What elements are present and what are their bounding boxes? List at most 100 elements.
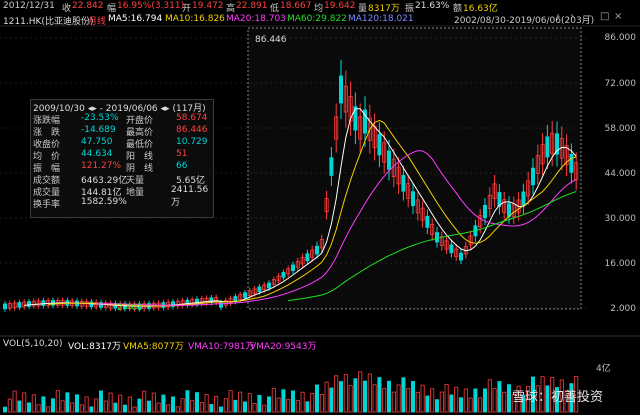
stat-value: 51 xyxy=(176,149,188,159)
volume-bar xyxy=(84,396,89,413)
y-tick: 16.000 xyxy=(604,259,637,269)
volume-bar xyxy=(228,390,233,413)
candle-body xyxy=(257,286,262,293)
candle-body xyxy=(386,150,391,170)
volume-bar xyxy=(420,384,425,413)
volume-bar xyxy=(17,400,22,413)
volume-bar xyxy=(190,400,195,413)
volume-bar xyxy=(266,396,271,413)
vol-axis-label: 4亿 xyxy=(596,364,611,374)
volume-bar xyxy=(444,384,449,413)
volume-bar xyxy=(439,391,444,413)
volume-bar xyxy=(103,400,108,413)
volume-bar xyxy=(51,398,56,413)
volume-bar xyxy=(300,391,305,413)
stats-row: 均 价 44.634 阳 线 51 xyxy=(31,149,213,162)
volume-bar xyxy=(175,406,180,413)
volume-bar xyxy=(151,392,156,413)
volume-bar xyxy=(60,400,65,413)
volume-bar xyxy=(161,394,166,413)
candle-body xyxy=(521,191,526,207)
candle-body xyxy=(314,245,319,255)
low-price-annotation: 2.403 xyxy=(117,303,143,313)
volume-bar xyxy=(209,404,214,413)
volume-bar xyxy=(329,387,334,413)
volume-bar xyxy=(358,371,363,413)
stat-value: 1582.59% xyxy=(81,197,127,207)
volume-bar xyxy=(199,402,204,413)
stats-row: 涨 跌 -14.689 最高价 86.446 xyxy=(31,125,213,138)
stats-row: 振 幅 121.27% 阴 线 66 xyxy=(31,161,213,174)
candle-body xyxy=(425,215,430,228)
volume-bar xyxy=(185,390,190,413)
candle-body xyxy=(329,157,334,176)
volume-bar xyxy=(276,397,281,413)
volume-bar xyxy=(338,381,343,413)
volume-bar xyxy=(468,397,473,413)
candle-body xyxy=(218,301,223,308)
volume-bar xyxy=(482,388,487,413)
volume-bar xyxy=(377,377,382,413)
volume-bar xyxy=(487,379,492,413)
volume-bar xyxy=(257,394,262,413)
candle-body xyxy=(506,203,511,217)
volume-bar xyxy=(362,380,367,413)
volume-bar xyxy=(305,401,310,413)
volume-bar xyxy=(310,393,315,413)
candle-body xyxy=(545,136,550,158)
candle-body xyxy=(89,301,94,308)
volume-bar xyxy=(314,384,319,413)
vma5-value: VMA5:8077万 xyxy=(123,342,184,352)
volume-bar xyxy=(367,373,372,413)
volume-bar xyxy=(252,403,257,413)
volume-bar xyxy=(463,388,468,413)
stat-value: 10.729 xyxy=(176,137,208,147)
y-tick: 30.000 xyxy=(604,214,637,224)
watermark: 雪球：初善投资 xyxy=(512,390,604,405)
volume-bar xyxy=(137,398,142,413)
volume-bar xyxy=(425,395,430,413)
volume-bar xyxy=(391,391,396,413)
candle-body xyxy=(449,244,454,254)
candle-body xyxy=(26,301,31,307)
volume-bar xyxy=(386,380,391,413)
volume-bar xyxy=(281,389,286,413)
volume-bar xyxy=(396,384,401,413)
vol-title: VOL(5,10,20) xyxy=(3,339,63,349)
candle-body xyxy=(305,253,310,262)
volume-bar xyxy=(180,398,185,413)
volume-bar xyxy=(372,384,377,413)
volume-bar xyxy=(194,392,199,413)
volume-bar xyxy=(46,406,51,413)
high-price-annotation: 86.446 xyxy=(255,35,287,45)
volume-bar xyxy=(382,388,387,413)
volume-bar xyxy=(242,401,247,413)
stat-value: 121.27% xyxy=(81,161,122,171)
volume-bar xyxy=(204,394,209,413)
volume-bar xyxy=(75,394,80,413)
volume-bar xyxy=(343,374,348,413)
stats-row: 成交额 6463.29亿 天量 5.65亿 xyxy=(31,173,213,186)
volume-bar xyxy=(12,390,17,413)
candle-body xyxy=(458,252,463,261)
stat-value: 44.634 xyxy=(81,149,113,159)
volume-bar xyxy=(247,393,252,413)
volume-bar xyxy=(238,391,243,413)
volume-bar xyxy=(113,402,118,413)
volume-bar xyxy=(415,391,420,413)
volume-bar xyxy=(353,378,358,413)
interval-stats-panel: 2009/10/30 ◂▸ - 2019/06/06 ◂▸ (117月) 涨跌幅… xyxy=(30,99,214,218)
volume-legend-bar: VOL(5,10,20) VOL:8317万 VMA5:8077万 VMA10:… xyxy=(0,339,640,352)
stat-value: 58.674 xyxy=(176,113,208,123)
candle-body xyxy=(17,302,22,308)
volume-bar xyxy=(458,397,463,413)
volume-bar xyxy=(233,399,238,413)
volume-bar xyxy=(319,393,324,413)
volume-bar xyxy=(223,398,228,413)
vma10-value: VMA10:7981万 xyxy=(188,342,255,352)
volume-bar xyxy=(31,394,36,413)
volume-bar xyxy=(473,388,478,413)
vma20-value: VMA20:9543万 xyxy=(250,342,317,352)
volume-bar xyxy=(434,399,439,413)
volume-bar xyxy=(123,404,128,413)
